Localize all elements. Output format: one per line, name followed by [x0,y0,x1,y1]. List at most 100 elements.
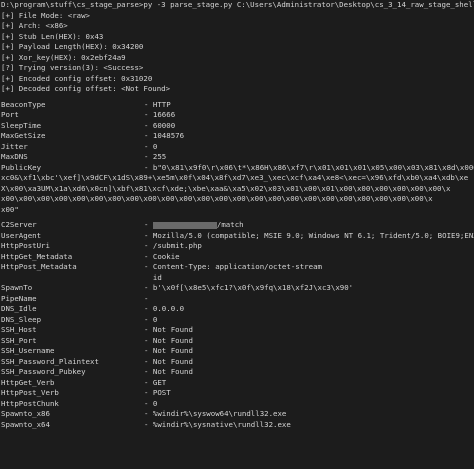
config-row: SSH_Password_Plaintext - Not Found [1,357,474,368]
config-row: HttpGet_Metadata - Cookie [1,252,474,263]
config-key: HttpPost_Metadata [1,262,77,271]
config-key: SSH_Host [1,325,37,334]
config-row: MaxGetSize - 1048576 [1,131,474,142]
command-prompt: D:\program\stuff\cs_stage_parse>py -3 pa… [1,0,474,9]
config-key: HttpPost_Verb [1,388,59,397]
config-value: - Not Found [144,367,193,376]
config-key [1,273,144,284]
config-row: C2Server - /match [1,220,474,231]
config-row: UserAgent - Mozilla/5.0 (compatible; MSIE… [1,231,474,242]
config-output-2: C2Server - /match UserAgent - Mozilla/5.0 (… [1,220,474,430]
config-row: SpawnTo - b'\x0f[\x8e5\xfc1?\x0f\x9fq\x18… [1,283,474,294]
config-value: - Not Found [144,356,193,366]
config-row: PublicKey - b"0\x81\x9f0\r\x06\t*\x86H\x8… [1,163,474,174]
config-row: HttpPostUri - /submit.php [1,241,474,252]
config-key: Spawnto_x86 [1,409,50,418]
status-line: [+] Xor_key(HEX): 0x2ebf24a9 [1,52,126,62]
config-row: HttpPostChunk - 0 [1,399,474,410]
config-value: - Not Found [144,325,193,334]
redacted-host-block [152,221,217,229]
publickey-line: xc0&\xf1\xbc'\xef]\x9dCF\x1dS\x89+\xe5m\… [1,173,469,182]
config-value: - %windir%\sysnative\rundll32.exe [144,419,291,429]
config-value: - b"0\x81\x9f0\r\x06\t*\x86H\x86\xf7\r\x… [144,162,474,172]
config-value: - Content-Type: application/octet-stream [144,262,322,271]
publickey-line: X\x00\xa3UM\x1a\xd6\x0cn]\xbf\x81\xcf\xd… [1,183,451,193]
config-key: MaxGetSize [1,131,46,140]
publickey-line: x00" [1,204,19,214]
config-key: SSH_Password_Pubkey [1,367,86,376]
config-value: - 0.0.0.0 [144,304,185,313]
config-row: MaxDNS - 255 [1,152,474,163]
config-row: HttpPost_Metadata - Content-Type: applica… [1,262,474,273]
status-line: [+] Payload Length(HEX): 0x34200 [1,42,144,51]
config-row: SSH_Password_Pubkey - Not Found [1,367,474,378]
config-key: Port [1,110,19,119]
config-value: - 0 [144,398,158,408]
config-row: DNS_Sleep - 0 [1,315,474,326]
config-key: SSH_Username [1,346,55,355]
config-row: Port - 16666 [1,110,474,121]
status-output: [+] File Mode: <raw> [+] Arch: <x86> [+] S… [1,11,474,95]
config-value: - 1048576 [144,131,185,140]
config-row: DNS_Idle - 0.0.0.0 [1,304,474,315]
config-value: - /submit.php [144,241,202,250]
config-row: id [1,273,474,284]
terminal-window[interactable]: D:\program\stuff\cs_stage_parse>py -3 pa… [0,0,474,469]
config-key: HttpPostChunk [1,398,59,408]
config-key: DNS_Sleep [1,314,42,324]
config-value: - 255 [144,152,167,161]
config-row: HttpPost_Verb - POST [1,388,474,399]
config-row: SSH_Username - Not Found [1,346,474,357]
config-value: - Not Found [144,335,193,345]
config-key: SpawnTo [1,283,33,292]
config-value: - Cookie [144,251,180,261]
status-line: [+] Decoded config offset: <Not Found> [1,84,171,93]
status-line: [+] Arch: <x86> [1,21,68,30]
config-value: - HTTP [144,99,171,109]
config-key: PipeName [1,293,37,303]
config-row: SSH_Port - Not Found [1,336,474,347]
config-value: - 0 [144,314,158,324]
status-line: [?] Trying version(3): <Success> [1,63,144,72]
config-key: C2Server [1,220,37,229]
config-key: UserAgent [1,230,42,240]
config-row: Jitter - 0 [1,142,474,153]
config-output-1: BeaconType - HTTP Port - 16666 SleepTime - 60… [1,100,474,174]
config-row: HttpGet_Verb - GET [1,378,474,389]
publickey-wrapped-lines: xc0&\xf1\xbc'\xef]\x9dCF\x1dS\x89+\xe5m\… [1,173,474,215]
config-key: HttpPostUri [1,241,50,250]
config-value: id [144,272,162,282]
config-key: DNS_Idle [1,304,37,313]
config-value: - POST [144,388,171,397]
config-value: - Not Found [144,346,193,355]
config-row: BeaconType - HTTP [1,100,474,111]
config-key: Jitter [1,141,28,151]
config-key: HttpGet_Verb [1,377,55,387]
config-row: PipeName - [1,294,474,305]
config-value: - %windir%\syswow64\rundll32.exe [144,409,287,418]
config-value: - 16666 [144,110,176,119]
config-value: - GET [144,377,167,387]
config-value: - Mozilla/5.0 (compatible; MSIE 9.0; Win… [144,230,474,240]
config-key: PublicKey [1,162,42,172]
config-value: - 60000 [144,120,176,130]
config-key: Spawnto_x64 [1,419,50,429]
status-line: [+] Stub Len(HEX): 0x43 [1,31,104,41]
status-line: [+] File Mode: <raw> [1,10,90,20]
publickey-line: x00\x00\x00\x00\x00\x00\x00\x00\x00\x00\… [1,194,433,203]
config-value: - b'\x0f[\x8e5\xfc1?\x0f\x9fq\x18\xf2J\x… [144,283,354,292]
config-row: Spawnto_x64 - %windir%\sysnative\rundll32… [1,420,474,431]
status-line: [+] Encoded config offset: 0x31020 [1,73,153,83]
config-key: SleepTime [1,120,42,130]
config-row: Spawnto_x86 - %windir%\syswow64\rundll32.… [1,409,474,420]
config-key: MaxDNS [1,152,28,161]
config-key: HttpGet_Metadata [1,251,73,261]
config-key: SSH_Port [1,335,37,345]
config-key: BeaconType [1,99,46,109]
config-row: SSH_Host - Not Found [1,325,474,336]
config-value: - 0 [144,141,158,151]
config-row: SleepTime - 60000 [1,121,474,132]
config-value: - [144,293,149,303]
config-value: - /match [144,220,244,229]
config-key: SSH_Password_Plaintext [1,356,99,366]
